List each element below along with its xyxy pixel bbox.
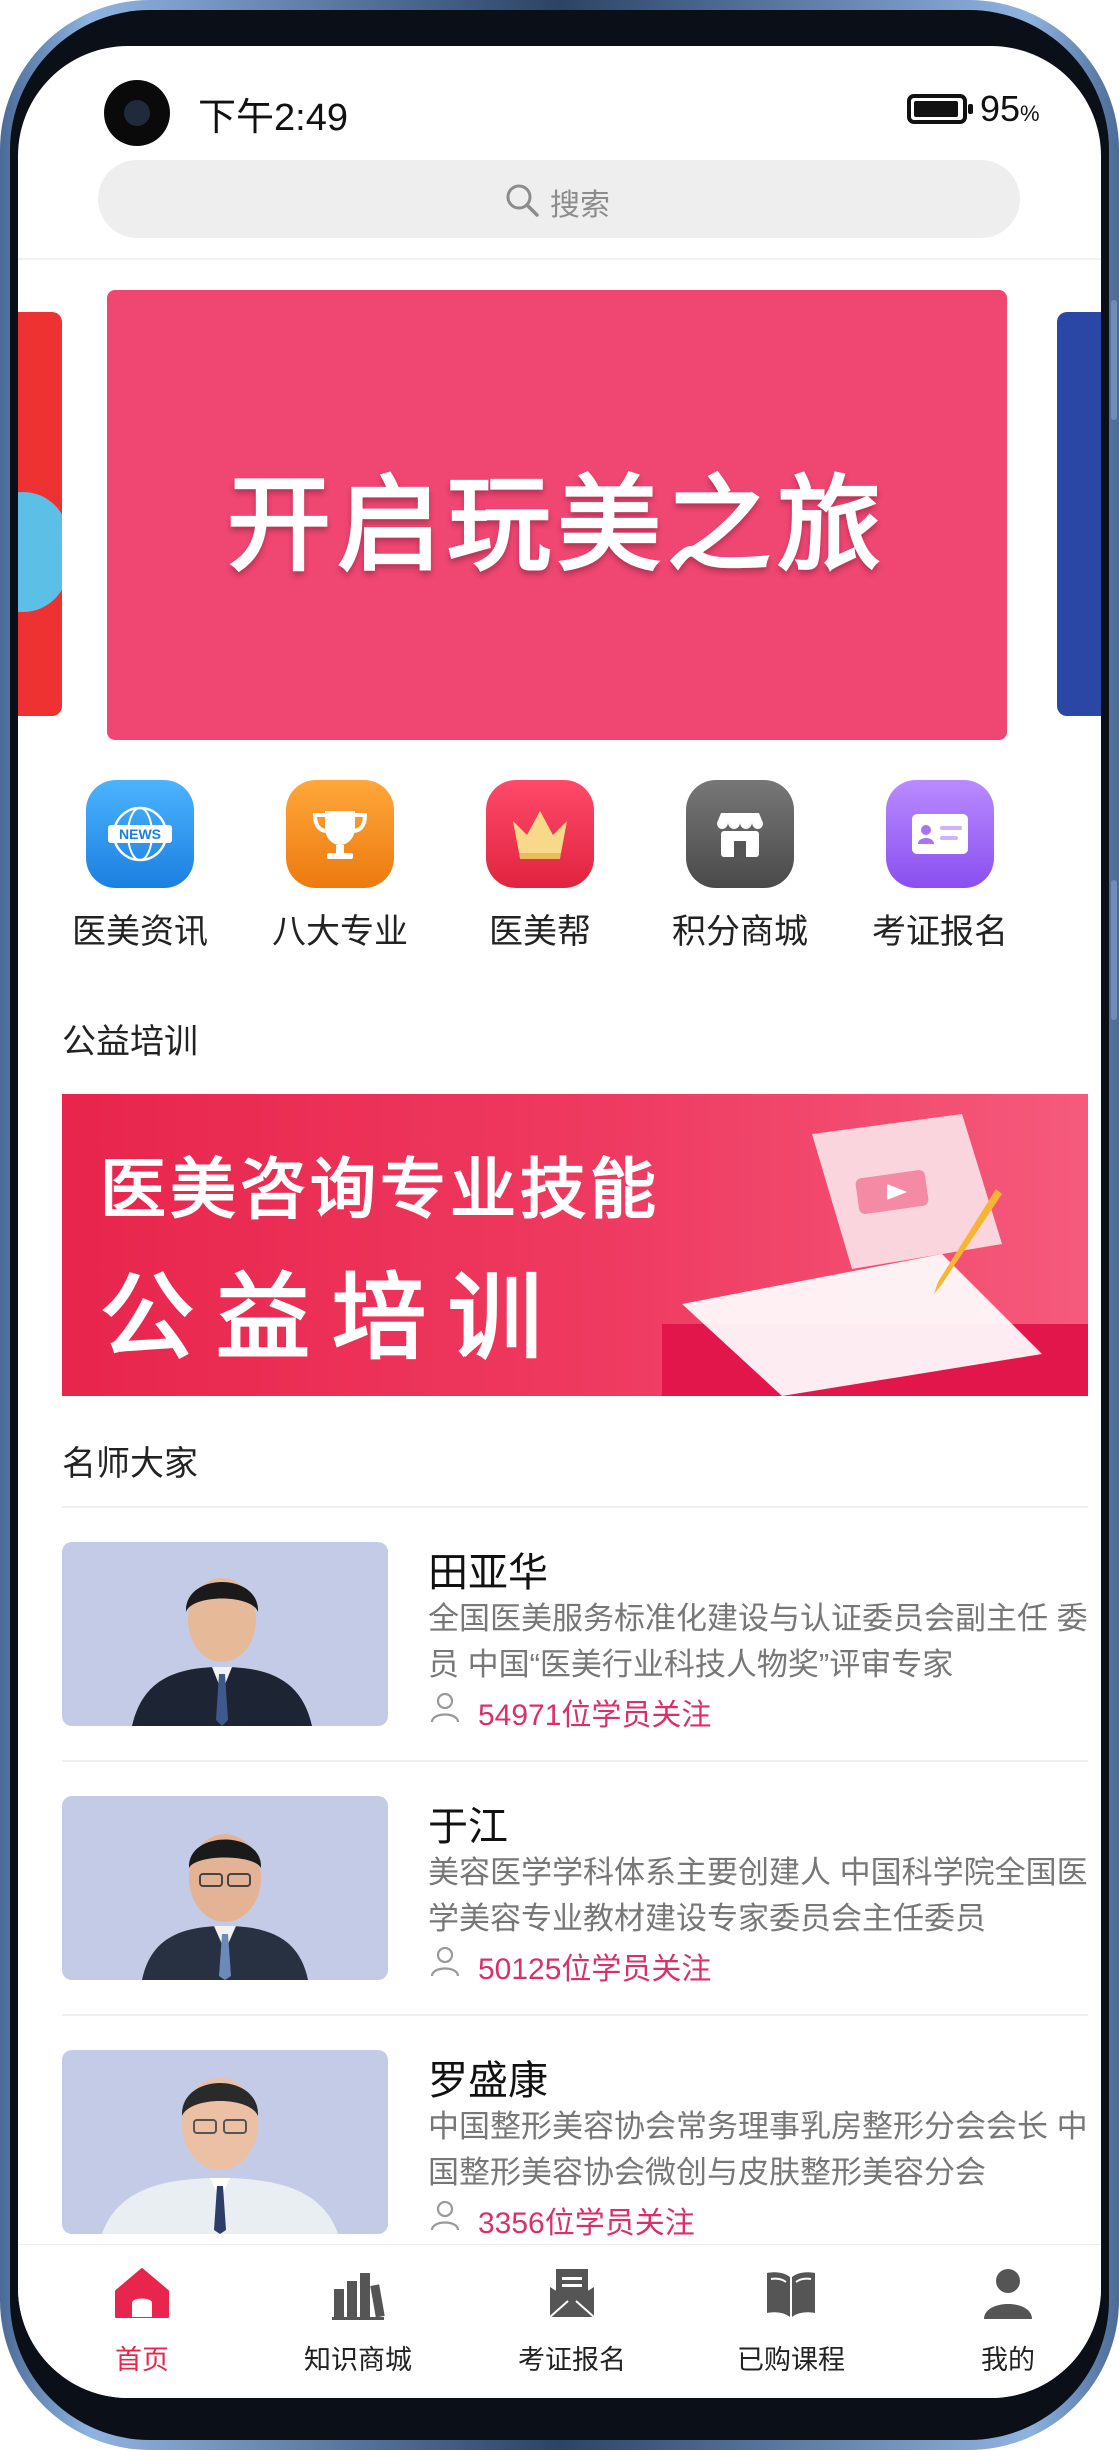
tab-cert-signup[interactable]: 考证报名 <box>482 2263 662 2377</box>
search-icon <box>506 184 539 217</box>
teacher-follow-count: 3356位学员关注 <box>478 2207 695 2240</box>
quick-nav-label: 八大专业 <box>272 913 408 951</box>
volume-button <box>1111 300 1117 420</box>
battery-percent: 95 <box>980 88 1021 129</box>
quick-nav-label: 考证报名 <box>872 913 1008 951</box>
crown-icon <box>486 780 594 888</box>
status-time: 下午2:49 <box>198 97 348 139</box>
tab-purchased-courses[interactable]: 已购课程 <box>701 2263 881 2377</box>
teacher-follow-count: 50125位学员关注 <box>478 1953 712 1986</box>
status-bar: 下午2:49 95% <box>18 46 1101 156</box>
quick-nav-item-majors[interactable]: 八大专业 <box>240 780 440 953</box>
teacher-card[interactable]: 罗盛康 中国整形美容协会常务理事乳房整形分会会长 中国整形美容协会微创与皮肤整形… <box>62 2050 1088 2240</box>
app-screen: 下午2:49 95% 搜索 开启玩美之旅 NEWS 医美资讯 八大专业 医美帮 … <box>18 46 1101 2398</box>
person-outline-icon <box>430 1946 460 1977</box>
tab-label: 知识商城 <box>304 2345 412 2375</box>
bottom-tab-bar: 首页 知识商城 考证报名 已购课程 我的 <box>18 2244 1101 2398</box>
battery-unit: % <box>1020 101 1040 126</box>
trophy-icon <box>286 780 394 888</box>
banner-illustration <box>18 492 62 612</box>
section-title-famous-teachers: 名师大家 <box>62 1445 198 1483</box>
tab-label: 首页 <box>115 2345 169 2375</box>
power-button <box>1111 880 1117 1020</box>
teacher-card[interactable]: 田亚华 全国医美服务标准化建设与认证委员会副主任 委员 中国“医美行业科技人物奖… <box>62 1542 1088 1732</box>
front-camera <box>104 80 170 146</box>
tab-label: 考证报名 <box>518 2345 626 2375</box>
home-icon <box>115 2268 169 2318</box>
quick-nav-item-cert-signup[interactable]: 考证报名 <box>840 780 1040 953</box>
quick-nav-label: 积分商城 <box>672 913 808 951</box>
quick-nav-item-points-mall[interactable]: 积分商城 <box>640 780 840 953</box>
battery-level: 95% <box>980 88 1040 130</box>
list-divider <box>62 2014 1088 2016</box>
banner-slide[interactable]: 开启玩美之旅 <box>107 290 1007 740</box>
quick-nav-label: 医美资讯 <box>72 913 208 951</box>
tab-home[interactable]: 首页 <box>52 2263 232 2377</box>
teacher-description: 中国整形美容协会常务理事乳房整形分会会长 中国整形美容协会微创与皮肤整形美容分会 <box>428 2109 1088 2190</box>
teacher-follow-count: 54971位学员关注 <box>478 1699 712 1732</box>
quick-nav-label: 医美帮 <box>489 913 591 951</box>
list-divider <box>62 1760 1088 1762</box>
teacher-card[interactable]: 于江 美容医学学科体系主要创建人 中国科学院全国医学美容专业教材建设专家委员会主… <box>62 1796 1088 1986</box>
person-outline-icon <box>430 2200 460 2231</box>
person-outline-icon <box>430 1692 460 1723</box>
search-placeholder: 搜索 <box>550 189 610 222</box>
laptop-illustration <box>662 1114 1088 1396</box>
books-icon <box>332 2273 385 2320</box>
teacher-description: 美容医学学科体系主要创建人 中国科学院全国医学美容专业教材建设专家委员会主任委员 <box>428 1855 1088 1936</box>
teacher-photo <box>62 1542 388 1726</box>
tab-label: 我的 <box>981 2345 1035 2375</box>
banner-prev-slide[interactable] <box>18 312 62 716</box>
promo-line2: 公益培训 <box>100 1265 565 1370</box>
teacher-description: 全国医美服务标准化建设与认证委员会副主任 委员 中国“医美行业科技人物奖”评审专… <box>428 1601 1088 1682</box>
section-title-public-training: 公益培训 <box>62 1023 198 1061</box>
promo-line1: 医美咨询专业技能 <box>100 1152 660 1226</box>
shop-icon <box>686 780 794 888</box>
teacher-photo <box>62 1796 388 1980</box>
banner-title: 开启玩美之旅 <box>226 467 887 584</box>
news-badge-text: NEWS <box>119 826 161 842</box>
tab-knowledge-mall[interactable]: 知识商城 <box>268 2263 448 2377</box>
section-divider <box>62 1506 1088 1508</box>
quick-nav-item-help[interactable]: 医美帮 <box>440 780 640 953</box>
id-card-icon <box>886 780 994 888</box>
person-icon <box>984 2269 1032 2319</box>
tab-label: 已购课程 <box>737 2345 845 2375</box>
news-icon: NEWS <box>86 780 194 888</box>
battery-icon <box>907 94 973 124</box>
banner-next-slide[interactable] <box>1057 312 1101 716</box>
teacher-photo <box>62 2050 388 2234</box>
search-bar[interactable]: 搜索 <box>98 160 1020 238</box>
phone-frame: 下午2:49 95% 搜索 开启玩美之旅 NEWS 医美资讯 八大专业 医美帮 … <box>0 0 1119 2450</box>
teacher-name: 于江 <box>428 1805 508 1849</box>
open-book-icon <box>767 2272 815 2317</box>
tab-mine[interactable]: 我的 <box>918 2263 1098 2377</box>
teacher-name: 罗盛康 <box>428 2059 548 2103</box>
quick-nav: NEWS 医美资讯 八大专业 医美帮 积分商城 考证报名 <box>18 780 1101 953</box>
promo-banner[interactable]: 医美咨询专业技能 公益培训 <box>62 1094 1088 1396</box>
quick-nav-item-news[interactable]: NEWS 医美资讯 <box>40 780 240 953</box>
exam-icon <box>549 2269 595 2318</box>
header-divider <box>18 258 1101 260</box>
teacher-name: 田亚华 <box>428 1551 548 1595</box>
